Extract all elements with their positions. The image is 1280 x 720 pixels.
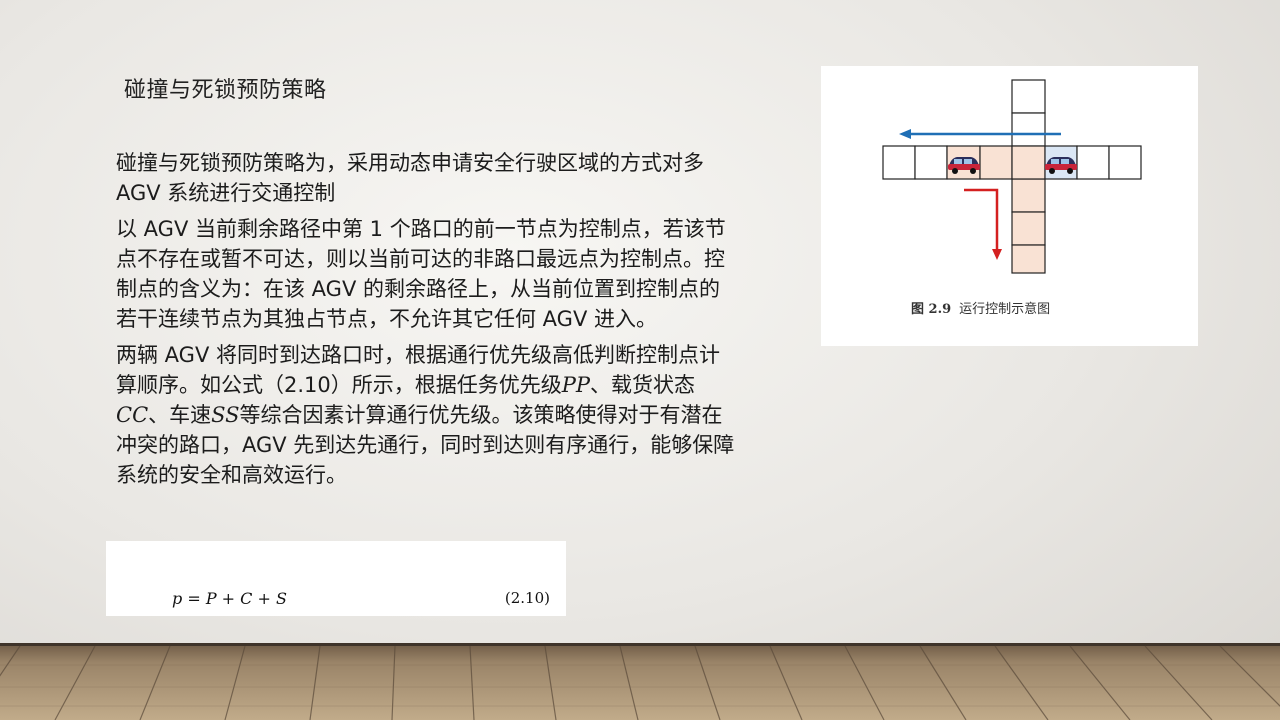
horizontal-grid [882, 145, 1142, 180]
math-var-c: CC [116, 403, 149, 427]
figure-image: 图 2.9 运行控制示意图 [821, 66, 1198, 346]
slide: 碰撞与死锁预防策略 碰撞与死锁预防策略为，采用动态申请安全行驶区域的方式对多 A… [0, 0, 1280, 720]
paragraph-3-part-3: 、车速 [148, 403, 212, 427]
slide-title: 碰撞与死锁预防策略 [124, 78, 327, 103]
formula-number: (2.10) [504, 589, 550, 607]
math-var-p: PP [561, 373, 591, 397]
figure-caption-text: 运行控制示意图 [959, 302, 1051, 317]
paragraph-1: 碰撞与死锁预防策略为，采用动态申请安全行驶区域的方式对多 AGV 系统进行交通控… [116, 151, 704, 205]
paragraph-2: 以 AGV 当前剩余路径中第 1 个路口的前一节点为控制点，若该节点不存在或暂不… [116, 217, 726, 331]
figure-caption-number: 图 2.9 [911, 302, 952, 317]
paragraph-3-part-2: 、载货状态 [590, 373, 696, 397]
red-arrow [964, 188, 1002, 260]
body-text: 碰撞与死锁预防策略为，采用动态申请安全行驶区域的方式对多 AGV 系统进行交通控… [116, 148, 736, 496]
paragraph-3: 两辆 AGV 将同时到达路口时，根据通行优先级高低判断控制点计算顺序。如公式（2… [116, 340, 736, 490]
formula-expression: p = P + C + S [172, 589, 287, 608]
wood-floor [0, 643, 1280, 720]
math-var-s: SS [211, 403, 240, 427]
figure-caption: 图 2.9 运行控制示意图 [911, 298, 1050, 317]
formula-image: p = P + C + S (2.10) [106, 541, 566, 616]
